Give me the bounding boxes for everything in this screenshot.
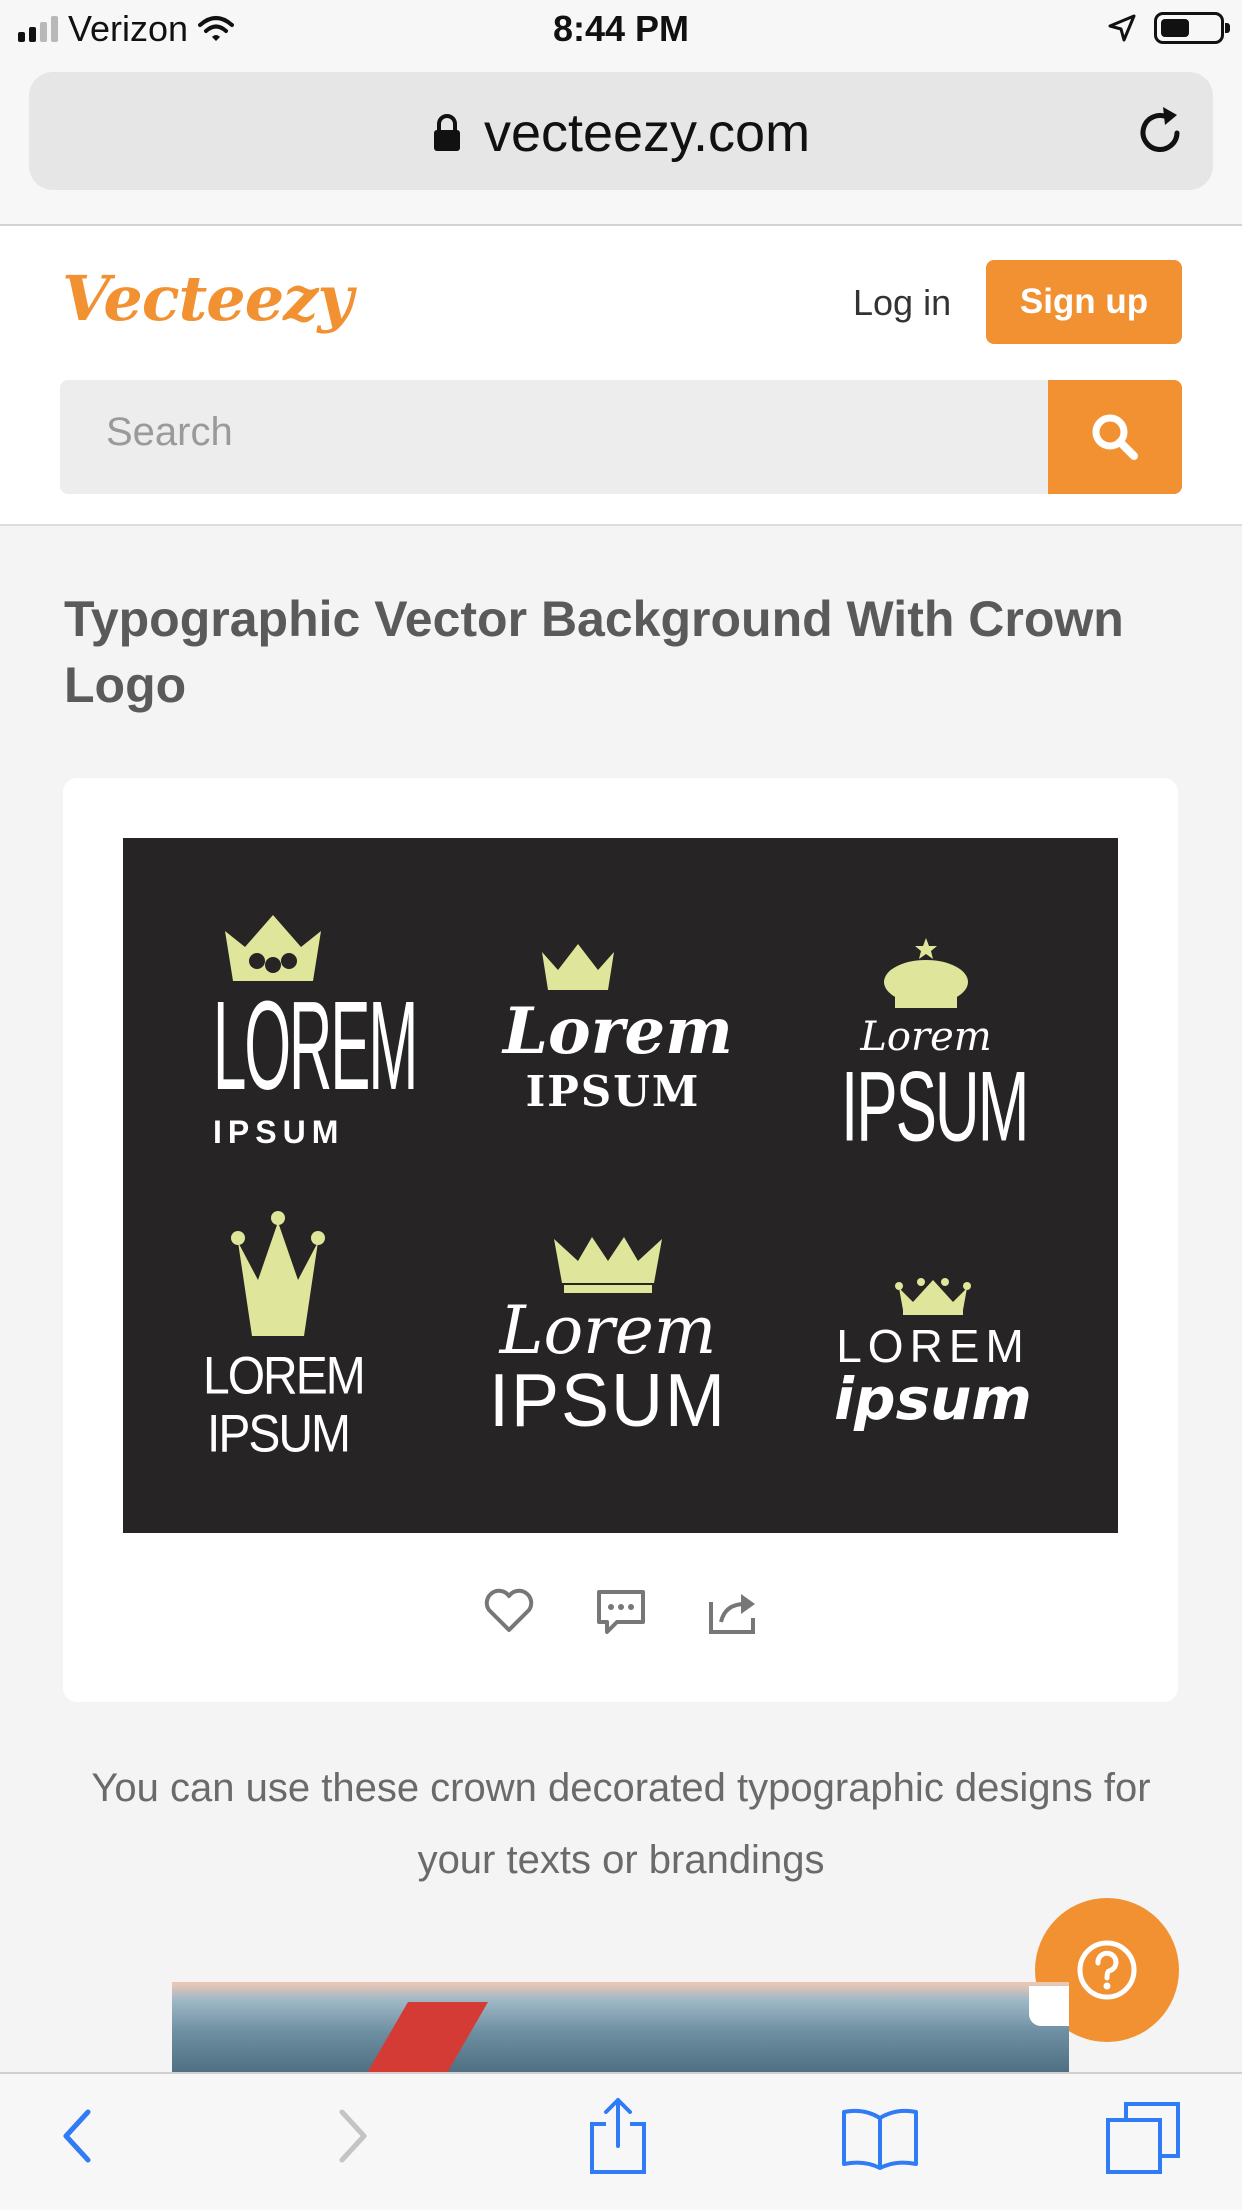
crown-icon xyxy=(895,1278,971,1315)
tile-line1: Lorem xyxy=(499,1292,717,1369)
logo-tile: LOREM IPSUM xyxy=(213,913,418,1151)
asset-actions xyxy=(63,1588,1178,1641)
logo-tile: Lorem IPSUM xyxy=(478,1233,738,1440)
ad-graphic xyxy=(356,2002,488,2072)
url-text[interactable]: vecteezy.com xyxy=(484,102,810,164)
lock-icon xyxy=(433,114,460,151)
browser-toolbar xyxy=(0,2072,1242,2210)
advertisement-banner[interactable] xyxy=(172,1982,1069,2072)
tile-line2: IPSUM xyxy=(206,1405,351,1464)
vecteezy-logo[interactable]: Vecteezy xyxy=(62,262,353,335)
tile-line2: IPSUM xyxy=(841,1052,1029,1163)
crown-icon xyxy=(884,938,968,1008)
logo-tile: Lorem IPSUM xyxy=(503,938,733,1116)
tile-line1: LOREM xyxy=(213,975,418,1117)
tabs-icon[interactable] xyxy=(1104,2100,1182,2176)
tile-line2: IPSUM xyxy=(213,1114,345,1150)
status-time: 8:44 PM xyxy=(552,8,690,49)
tile-line2: ipsum xyxy=(834,1365,1032,1433)
back-icon[interactable] xyxy=(58,2104,98,2168)
location-icon xyxy=(1108,14,1136,42)
reload-icon[interactable] xyxy=(1137,105,1185,157)
tile-line1: LOREM xyxy=(203,1347,366,1406)
search-bar: Search xyxy=(60,380,1182,494)
status-bar: Verizon 8:44 PM xyxy=(0,0,1242,62)
asset-description: You can use these crown decorated typogr… xyxy=(91,1766,1151,1882)
share-sheet-icon[interactable] xyxy=(586,2096,650,2176)
signup-button[interactable]: Sign up xyxy=(986,260,1182,344)
logo-tile: LOREM ipsum xyxy=(823,1276,1043,1433)
share-button[interactable] xyxy=(707,1588,759,1641)
tile-line1: LOREM xyxy=(836,1320,1030,1372)
crown-icon xyxy=(225,915,321,981)
crown-icon xyxy=(554,1237,662,1293)
asset-preview-image[interactable]: LOREM IPSUM Lorem IPSUM Lorem IPSUM LORE… xyxy=(123,838,1118,1533)
bookmarks-icon[interactable] xyxy=(840,2106,920,2170)
crown-icon xyxy=(542,944,614,990)
comment-icon xyxy=(596,1590,645,1634)
crown-icon xyxy=(231,1211,325,1336)
battery-icon xyxy=(1154,12,1230,44)
search-input[interactable]: Search xyxy=(106,410,233,455)
tile-line2: IPSUM xyxy=(488,1358,728,1443)
share-icon xyxy=(708,1594,755,1634)
site-header: Vecteezy Log in Sign up Search xyxy=(0,226,1242,526)
page-title: Typographic Vector Background With Crown… xyxy=(64,591,1124,713)
comment-button[interactable] xyxy=(595,1588,647,1641)
logo-tile: Lorem IPSUM xyxy=(841,936,1029,1157)
asset-card: LOREM IPSUM Lorem IPSUM Lorem IPSUM LORE… xyxy=(63,778,1178,1702)
search-button[interactable] xyxy=(1048,380,1182,494)
browser-chrome: vecteezy.com xyxy=(0,62,1242,226)
ad-choices-icon[interactable] xyxy=(1029,1986,1069,2026)
forward-icon[interactable] xyxy=(332,2104,372,2168)
heart-icon xyxy=(484,1588,533,1632)
help-icon xyxy=(1077,1940,1137,2000)
address-bar[interactable]: vecteezy.com xyxy=(29,72,1213,190)
favorite-button[interactable] xyxy=(483,1588,535,1641)
logo-tile: LOREM IPSUM xyxy=(203,1210,366,1464)
tile-line2: IPSUM xyxy=(525,1067,701,1116)
search-icon xyxy=(1092,414,1138,460)
tile-line1: Lorem xyxy=(503,994,733,1069)
login-link[interactable]: Log in xyxy=(853,282,951,324)
